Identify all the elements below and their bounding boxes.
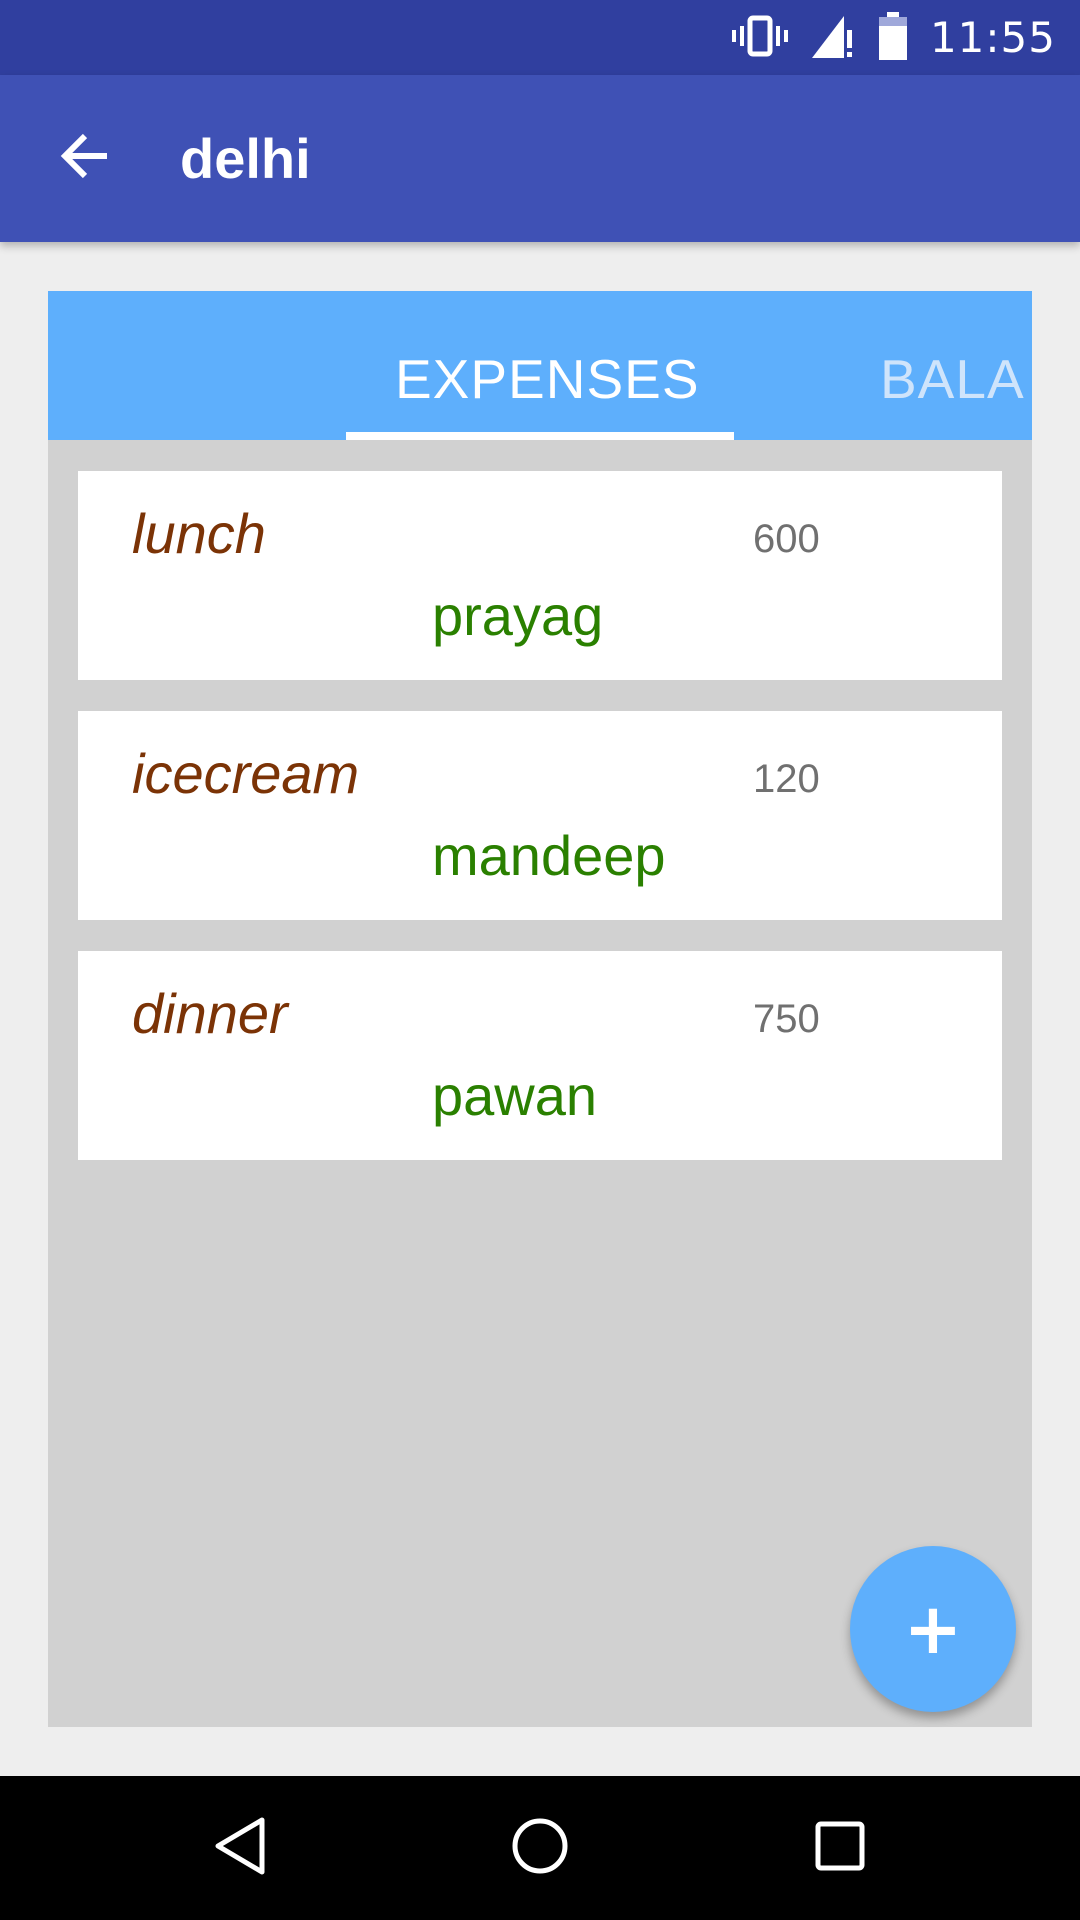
arrow-back-icon bbox=[59, 130, 111, 186]
nav-back-button[interactable] bbox=[180, 1776, 300, 1920]
page-title: delhi bbox=[180, 127, 311, 190]
expense-name: dinner bbox=[132, 982, 288, 1045]
recents-square-icon bbox=[814, 1820, 866, 1876]
expense-person: pawan bbox=[432, 1064, 598, 1127]
home-circle-icon bbox=[511, 1817, 569, 1879]
expenses-card: EXPENSES BALA lunch 600 prayag icecream … bbox=[48, 291, 1032, 1727]
expense-name: lunch bbox=[132, 502, 266, 565]
battery-icon bbox=[878, 11, 908, 64]
back-triangle-icon bbox=[212, 1816, 268, 1880]
add-expense-button[interactable]: + bbox=[850, 1546, 1016, 1712]
expense-amount: 600 bbox=[753, 517, 820, 561]
app-bar: delhi bbox=[0, 75, 1080, 242]
expense-item[interactable]: lunch 600 prayag bbox=[78, 471, 1002, 680]
back-button[interactable] bbox=[42, 115, 128, 201]
tab-balance[interactable]: BALA bbox=[880, 347, 1025, 411]
vibrate-icon bbox=[731, 12, 788, 64]
tab-expenses[interactable]: EXPENSES bbox=[395, 347, 700, 411]
tab-indicator bbox=[346, 432, 734, 440]
navigation-bar bbox=[0, 1776, 1080, 1920]
add-icon: + bbox=[903, 1588, 963, 1670]
nav-home-button[interactable] bbox=[480, 1776, 600, 1920]
nav-recents-button[interactable] bbox=[780, 1776, 900, 1920]
expense-list: lunch 600 prayag icecream 120 mandeep di… bbox=[78, 471, 1002, 1191]
expense-item[interactable]: icecream 120 mandeep bbox=[78, 711, 1002, 920]
status-time: 11:55 bbox=[929, 13, 1056, 62]
expense-amount: 120 bbox=[753, 757, 820, 801]
expense-person: mandeep bbox=[432, 824, 666, 887]
tab-strip: EXPENSES BALA bbox=[48, 291, 1032, 440]
expense-amount: 750 bbox=[753, 997, 820, 1041]
expense-person: prayag bbox=[432, 584, 604, 647]
signal-icon bbox=[810, 12, 856, 64]
expense-name: icecream bbox=[132, 742, 360, 805]
expense-item[interactable]: dinner 750 pawan bbox=[78, 951, 1002, 1160]
status-icons: 11:55 bbox=[731, 0, 1056, 75]
status-bar: 11:55 bbox=[0, 0, 1080, 75]
